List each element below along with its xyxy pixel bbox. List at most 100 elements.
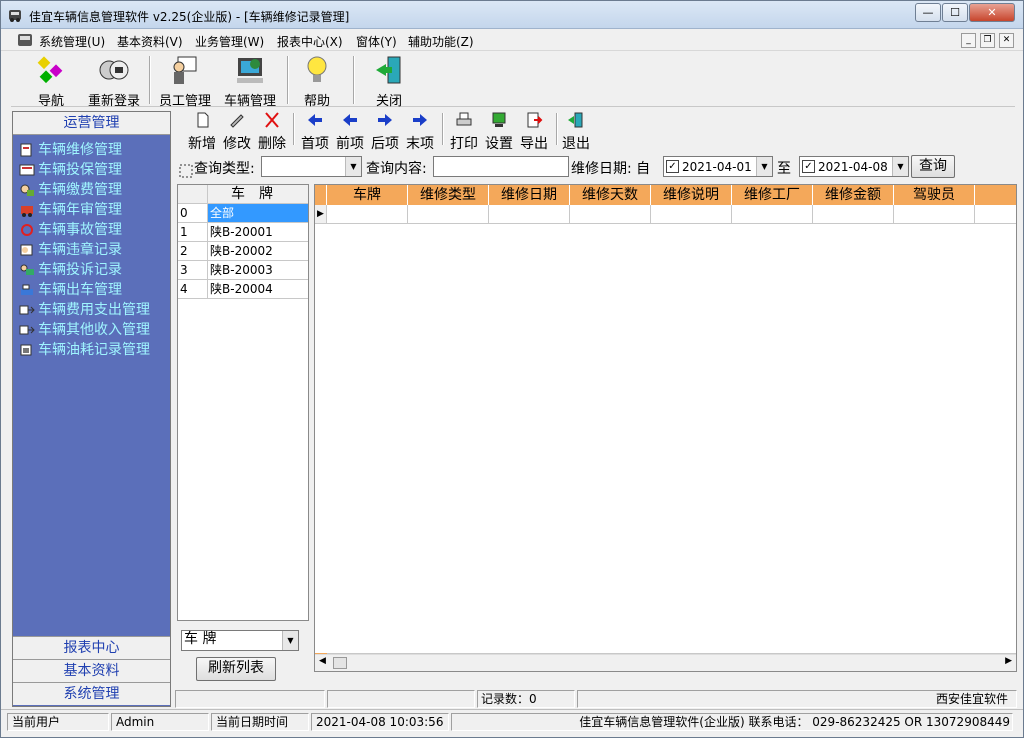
sidebar-item-violation[interactable]: 车辆违章记录 (19, 240, 150, 260)
close-app-label: 关闭 (375, 94, 402, 109)
table-cell[interactable] (327, 205, 408, 223)
col-remarks[interactable]: 备 (975, 185, 1016, 205)
plate-filter-select[interactable]: 车 牌 ▼ (181, 630, 299, 651)
edit-icon (230, 114, 244, 128)
navigate-button[interactable]: 导航 (31, 54, 71, 109)
sidebar-item-repair[interactable]: 车辆维修管理 (19, 140, 150, 160)
delete-button[interactable]: 删除 (256, 111, 288, 153)
scroll-right-icon[interactable]: ▶ (1005, 656, 1012, 666)
date-to-checkbox[interactable]: ✓ (802, 160, 815, 173)
table-cell[interactable] (813, 205, 894, 223)
table-cell[interactable] (732, 205, 813, 223)
last-button[interactable]: 末项 (404, 111, 436, 153)
menu-business[interactable]: 业务管理(W) (195, 33, 264, 50)
query-type-select[interactable]: ▼ (261, 156, 362, 177)
info-bar: 记录数：0 西安佳宜软件 (175, 690, 1017, 708)
printer-icon (456, 112, 472, 126)
menu-window[interactable]: 窗体(Y) (356, 33, 397, 50)
help-button[interactable]: 帮助 (297, 54, 337, 109)
sidebar-item-inspection[interactable]: 车辆年审管理 (19, 200, 150, 220)
plate-row[interactable]: 4 陕B-20004 (178, 280, 308, 299)
plate-index-header (178, 185, 208, 203)
table-cell[interactable] (570, 205, 651, 223)
plate-row[interactable]: 2 陕B-20002 (178, 242, 308, 261)
plate-column-header: 车牌 (231, 186, 287, 202)
plate-row-value: 陕B-20004 (210, 282, 273, 296)
scroll-thumb[interactable] (333, 657, 347, 669)
maximize-button[interactable]: ☐ (942, 3, 968, 22)
minimize-button[interactable]: — (915, 3, 941, 22)
date-to-picker[interactable]: ✓ 2021-04-08 ▼ (799, 156, 909, 177)
export-button[interactable]: 导出 (518, 111, 550, 153)
col-repair-type[interactable]: 维修类型 (408, 185, 489, 205)
complaint-icon (20, 264, 34, 275)
sidebar-item-income[interactable]: 车辆其他收入管理 (19, 320, 150, 340)
sidebar-item-accident[interactable]: 车辆事故管理 (19, 220, 150, 240)
sidebar-footer-system[interactable]: 系统管理 (13, 682, 170, 705)
close-button[interactable]: ✕ (969, 3, 1015, 22)
first-button[interactable]: 首项 (299, 111, 331, 153)
table-cell[interactable] (489, 205, 570, 223)
sidebar-item-expense[interactable]: 车辆费用支出管理 (19, 300, 150, 320)
menu-system[interactable]: 系统管理(U) (39, 33, 105, 50)
next-button[interactable]: 后项 (369, 111, 401, 153)
exit-button[interactable]: 退出 (560, 111, 592, 153)
table-cell[interactable] (651, 205, 732, 223)
mdi-close-button[interactable]: ✕ (999, 33, 1014, 48)
employee-label: 员工管理 (158, 94, 211, 109)
sidebar-item-insurance[interactable]: 车辆投保管理 (19, 160, 150, 180)
plate-row-index: 0 (178, 204, 208, 222)
plate-row-index: 4 (178, 280, 208, 298)
sidebar-header-operations[interactable]: 运营管理 (13, 112, 170, 135)
chevron-down-icon: ▼ (892, 157, 908, 176)
date-from-picker[interactable]: ✓ 2021-04-01 ▼ (663, 156, 773, 177)
employee-button[interactable]: 员工管理 (155, 54, 215, 109)
col-repair-amount[interactable]: 维修金额 (813, 185, 894, 205)
col-repair-date[interactable]: 维修日期 (489, 185, 570, 205)
edit-button[interactable]: 修改 (221, 111, 253, 153)
col-repair-shop[interactable]: 维修工厂 (732, 185, 813, 205)
query-content-input[interactable] (433, 156, 569, 177)
col-driver[interactable]: 驾驶员 (894, 185, 975, 205)
prev-button[interactable]: 前项 (334, 111, 366, 153)
menu-reports[interactable]: 报表中心(X) (277, 33, 343, 50)
mdi-minimize-button[interactable]: _ (961, 33, 976, 48)
print-button[interactable]: 打印 (448, 111, 480, 153)
expense-icon (19, 305, 35, 315)
menu-tools[interactable]: 辅助功能(Z) (408, 33, 474, 50)
vehicle-button[interactable]: 车辆管理 (217, 54, 283, 109)
mdi-restore-button[interactable]: ❐ (980, 33, 995, 48)
menu-basic-data[interactable]: 基本资料(V) (117, 33, 183, 50)
vehicle-label: 车辆管理 (223, 94, 276, 109)
settings-button[interactable]: 设置 (483, 111, 515, 153)
query-button[interactable]: 查询 (911, 155, 955, 178)
horizontal-scrollbar[interactable]: ◀ ▶ (315, 654, 1016, 671)
sidebar-item-label: 车辆年审管理 (38, 202, 122, 218)
key-icon (99, 60, 129, 80)
sidebar-item-fuel[interactable]: 车辆油耗记录管理 (19, 340, 150, 360)
plate-row[interactable]: 3 陕B-20003 (178, 261, 308, 280)
sidebar-item-payment[interactable]: 车辆缴费管理 (19, 180, 150, 200)
sidebar-footer-reports[interactable]: 报表中心 (13, 636, 170, 659)
table-cell[interactable] (894, 205, 975, 223)
export-icon (527, 112, 543, 128)
col-plate[interactable]: 车牌 (327, 185, 408, 205)
relogin-button[interactable]: 重新登录 (83, 54, 145, 109)
plate-row[interactable]: 1 陕B-20001 (178, 223, 308, 242)
table-cell[interactable] (408, 205, 489, 223)
table-row[interactable]: ▶ (315, 205, 1016, 224)
scroll-left-icon[interactable]: ◀ (319, 656, 326, 666)
sidebar-item-dispatch[interactable]: 车辆出车管理 (19, 280, 150, 300)
date-from-checkbox[interactable]: ✓ (666, 160, 679, 173)
refresh-list-button[interactable]: 刷新列表 (196, 657, 276, 681)
datetime-value: 2021-04-08 10:03:56 (311, 713, 449, 731)
dispatch-icon (21, 284, 33, 295)
sidebar-item-complaint[interactable]: 车辆投诉记录 (19, 260, 150, 280)
plate-row[interactable]: 0 全部 (178, 204, 308, 223)
app-icon (9, 10, 21, 22)
col-repair-notes[interactable]: 维修说明 (651, 185, 732, 205)
sidebar-footer-basic-data[interactable]: 基本资料 (13, 659, 170, 682)
add-button[interactable]: 新增 (186, 111, 218, 153)
close-app-button[interactable]: 关闭 (369, 54, 409, 109)
col-repair-days[interactable]: 维修天数 (570, 185, 651, 205)
